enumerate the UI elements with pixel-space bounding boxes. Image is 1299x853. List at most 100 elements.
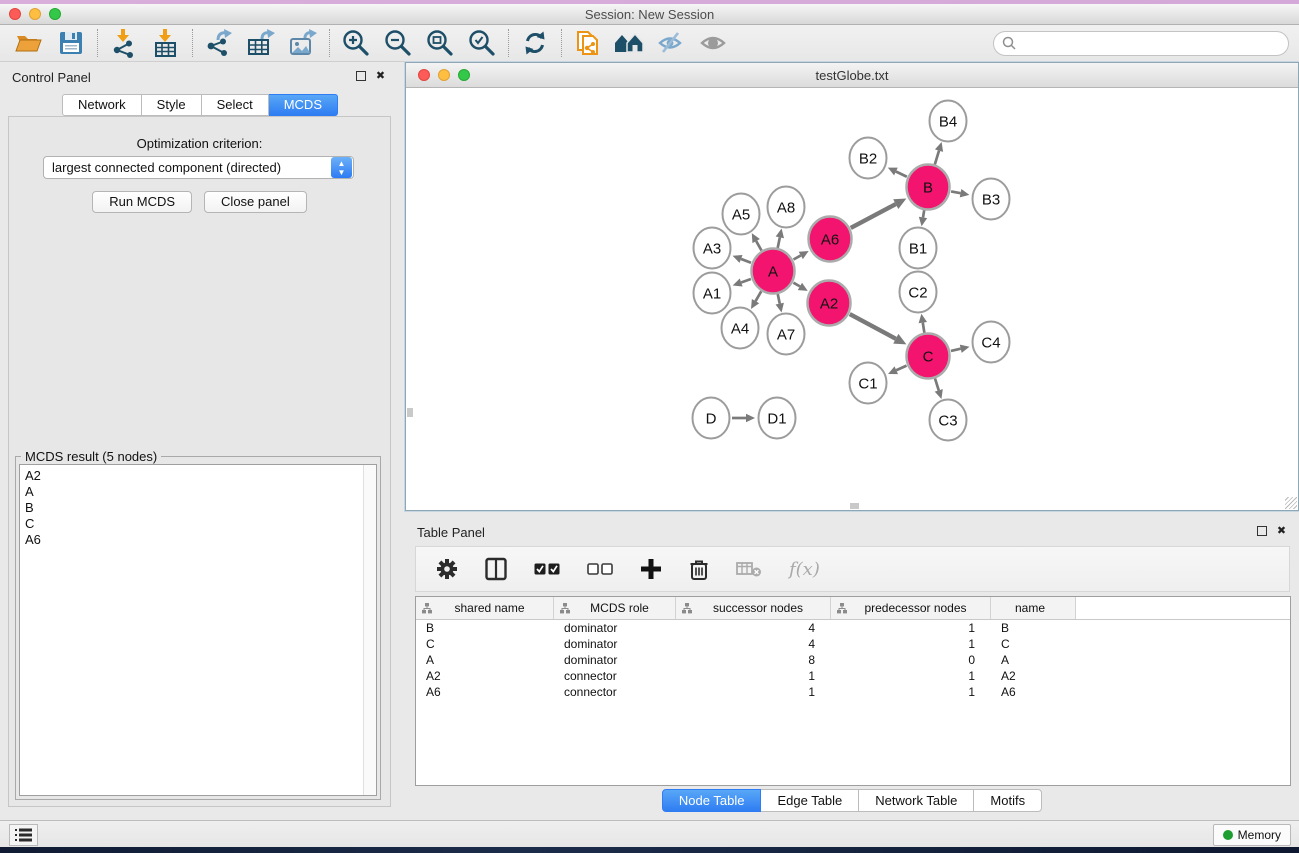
node-C1[interactable]: C1 xyxy=(850,363,887,404)
edge-D-D1[interactable] xyxy=(732,414,755,423)
node-C3[interactable]: C3 xyxy=(930,400,967,441)
node-table[interactable]: shared nameMCDS rolesuccessor nodesprede… xyxy=(415,596,1291,786)
edge-B-B2[interactable] xyxy=(888,168,907,177)
node-B3[interactable]: B3 xyxy=(973,179,1010,220)
run-mcds-button[interactable]: Run MCDS xyxy=(92,191,192,213)
close-panel-button[interactable]: Close panel xyxy=(204,191,307,213)
table-cell[interactable]: connector xyxy=(554,685,676,699)
table-cell[interactable]: 1 xyxy=(831,669,991,683)
edge-A-A7[interactable] xyxy=(776,294,784,312)
edge-A-A2[interactable] xyxy=(793,283,807,291)
edge-A-A1[interactable] xyxy=(733,278,751,286)
edge-C-C1[interactable] xyxy=(888,366,907,375)
edge-B-B3[interactable] xyxy=(951,189,969,197)
zoom-fit-icon[interactable] xyxy=(419,26,461,60)
node-B[interactable]: B xyxy=(907,165,950,210)
node-B2[interactable]: B2 xyxy=(850,138,887,179)
optimization-criterion-select[interactable]: largest connected component (directed) ▲… xyxy=(43,156,354,179)
edge-A2-C[interactable] xyxy=(850,314,907,344)
edge-C-C4[interactable] xyxy=(951,345,970,353)
table-cell[interactable]: B xyxy=(991,621,1076,635)
table-cell[interactable]: 0 xyxy=(831,653,991,667)
node-B4[interactable]: B4 xyxy=(930,101,967,142)
tab-motifs[interactable]: Motifs xyxy=(974,789,1042,812)
import-network-icon[interactable] xyxy=(103,26,145,60)
table-cell[interactable]: A6 xyxy=(416,685,554,699)
edge-C-C2[interactable] xyxy=(919,314,927,333)
edge-A-A4[interactable] xyxy=(751,291,761,309)
mcds-result-item[interactable]: C xyxy=(20,516,376,532)
mcds-result-list[interactable]: A2ABCA6 xyxy=(19,464,377,796)
export-network-icon[interactable] xyxy=(198,26,240,60)
column-header-predecessor-nodes[interactable]: predecessor nodes xyxy=(831,597,991,619)
tab-edge-table[interactable]: Edge Table xyxy=(761,789,859,812)
table-cell[interactable]: 1 xyxy=(831,685,991,699)
show-all-icon[interactable] xyxy=(693,26,735,60)
float-panel-icon[interactable] xyxy=(356,71,366,81)
vertical-scroll-nub[interactable] xyxy=(407,408,413,417)
tab-mcds[interactable]: MCDS xyxy=(269,94,338,116)
node-B1[interactable]: B1 xyxy=(900,228,937,269)
close-panel-icon[interactable]: ✖ xyxy=(375,71,386,82)
zoom-selected-icon[interactable] xyxy=(461,26,503,60)
unselect-all-columns-icon[interactable] xyxy=(587,563,613,576)
table-cell[interactable]: 1 xyxy=(831,621,991,635)
memory-button[interactable]: Memory xyxy=(1213,824,1291,846)
node-D1[interactable]: D1 xyxy=(759,398,796,439)
first-neighbors-icon[interactable] xyxy=(609,26,651,60)
save-session-icon[interactable] xyxy=(50,26,92,60)
column-header-name[interactable]: name xyxy=(991,597,1076,619)
tab-network[interactable]: Network xyxy=(62,94,142,116)
float-table-panel-icon[interactable] xyxy=(1257,526,1267,536)
column-layout-icon[interactable] xyxy=(485,557,507,581)
zoom-out-icon[interactable] xyxy=(377,26,419,60)
table-row[interactable]: A2connector11A2 xyxy=(416,668,1290,684)
table-cell[interactable]: B xyxy=(416,621,554,635)
delete-column-icon[interactable] xyxy=(689,558,709,581)
table-row[interactable]: Adominator80A xyxy=(416,652,1290,668)
close-table-panel-icon[interactable]: ✖ xyxy=(1276,526,1287,537)
tab-network-table[interactable]: Network Table xyxy=(859,789,974,812)
add-column-icon[interactable] xyxy=(640,558,662,580)
node-A6[interactable]: A6 xyxy=(809,217,852,262)
node-C2[interactable]: C2 xyxy=(900,272,937,313)
mcds-result-item[interactable]: B xyxy=(20,500,376,516)
table-cell[interactable]: 1 xyxy=(676,685,831,699)
edge-A-A5[interactable] xyxy=(752,233,762,250)
table-row[interactable]: A6connector11A6 xyxy=(416,684,1290,700)
table-cell[interactable]: A xyxy=(991,653,1076,667)
import-table-icon[interactable] xyxy=(145,26,187,60)
column-header-MCDS-role[interactable]: MCDS role xyxy=(554,597,676,619)
node-A5[interactable]: A5 xyxy=(723,194,760,235)
export-image-icon[interactable] xyxy=(282,26,324,60)
zoom-in-icon[interactable] xyxy=(335,26,377,60)
edge-B-B1[interactable] xyxy=(919,210,927,226)
table-cell[interactable]: dominator xyxy=(554,653,676,667)
export-table-icon[interactable] xyxy=(240,26,282,60)
horizontal-scroll-nub[interactable] xyxy=(850,503,859,509)
tab-node-table[interactable]: Node Table xyxy=(662,789,762,812)
node-D[interactable]: D xyxy=(693,398,730,439)
network-canvas[interactable]: B4B2BB3A5A8A6A3B1AA1C2A2A4A7CC4C1C3DD1 xyxy=(406,88,1298,510)
edge-A-A8[interactable] xyxy=(776,229,784,248)
edge-B-B4[interactable] xyxy=(935,142,943,164)
column-header-shared-name[interactable]: shared name xyxy=(416,597,554,619)
edge-A6-B[interactable] xyxy=(851,198,907,228)
table-cell[interactable]: A6 xyxy=(991,685,1076,699)
table-cell[interactable]: dominator xyxy=(554,637,676,651)
clone-network-icon[interactable] xyxy=(567,26,609,60)
edge-A-A6[interactable] xyxy=(793,251,808,260)
mcds-list-scrollbar[interactable] xyxy=(363,465,376,795)
node-A[interactable]: A xyxy=(752,249,795,294)
search-field[interactable] xyxy=(993,31,1289,56)
column-header-successor-nodes[interactable]: successor nodes xyxy=(676,597,831,619)
node-A3[interactable]: A3 xyxy=(694,228,731,269)
hide-selected-icon[interactable] xyxy=(651,26,693,60)
node-A8[interactable]: A8 xyxy=(768,187,805,228)
mcds-result-item[interactable]: A xyxy=(20,484,376,500)
table-settings-gear-icon[interactable] xyxy=(436,558,458,580)
table-cell[interactable]: 4 xyxy=(676,637,831,651)
table-row[interactable]: Bdominator41B xyxy=(416,620,1290,636)
open-file-icon[interactable] xyxy=(8,26,50,60)
mcds-result-item[interactable]: A6 xyxy=(20,532,376,548)
